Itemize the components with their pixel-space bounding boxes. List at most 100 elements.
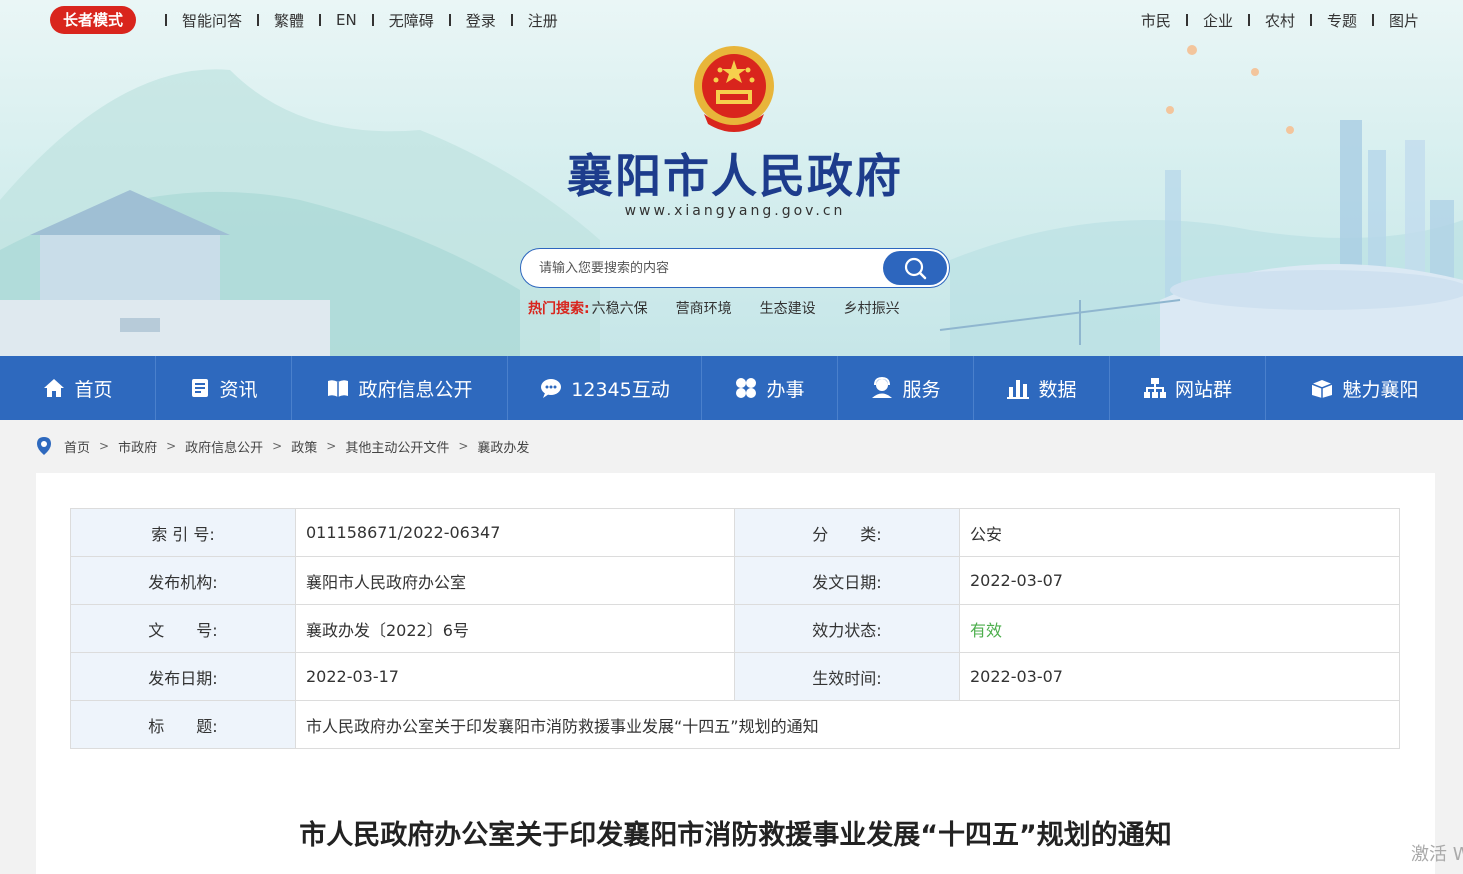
document-title: 市人民政府办公室关于印发襄阳市消防救援事业发展“十四五”规划的通知 <box>299 820 1172 851</box>
table-row: 发布机构: 襄阳市人民政府办公室 发文日期: 2022-03-07 <box>70 556 1400 605</box>
meta-label: 发布日期: <box>70 652 296 701</box>
content-panel: 索 引 号: 011158671/2022-06347 分 类: 公安 发布机构… <box>36 473 1435 874</box>
book-icon <box>328 380 349 397</box>
elder-mode-button[interactable]: 长者模式 <box>50 6 137 34</box>
breadcrumb-separator: > <box>326 439 337 453</box>
breadcrumb-item[interactable]: 襄政办发 <box>477 437 529 456</box>
breadcrumb: 首页 > 市政府 > 政府信息公开 > 政策 > 其他主动公开文件 > 襄政办发 <box>36 434 529 458</box>
meta-label: 分 类: <box>734 508 960 557</box>
topbar-link-topics[interactable]: 专题 <box>1327 10 1357 31</box>
topbar-link-citizen[interactable]: 市民 <box>1141 10 1171 31</box>
topbar-separator <box>448 14 451 26</box>
nav-item-charm[interactable]: 魅力襄阳 <box>1266 356 1463 420</box>
nav-item-label: 政府信息公开 <box>358 378 473 401</box>
document-meta-table: 索 引 号: 011158671/2022-06347 分 类: 公安 发布机构… <box>70 508 1400 749</box>
topbar-separator <box>165 14 168 26</box>
topbar-separator <box>1247 14 1250 26</box>
topbar-link-images[interactable]: 图片 <box>1389 10 1419 31</box>
meta-value: 011158671/2022-06347 <box>295 508 735 557</box>
topbar-right: 市民 企业 农村 专题 图片 <box>1141 6 1419 34</box>
nav-item-label: 首页 <box>74 378 113 401</box>
breadcrumb-separator: > <box>458 439 469 453</box>
nav-item-label: 12345互动 <box>571 378 670 401</box>
meta-label: 效力状态: <box>734 604 960 653</box>
meta-value: 襄政办发〔2022〕6号 <box>295 604 735 653</box>
meta-value: 2022-03-17 <box>295 652 735 701</box>
site-title: 襄阳市人民政府 <box>567 149 903 203</box>
breadcrumb-separator: > <box>166 439 177 453</box>
breadcrumb-item[interactable]: 政策 <box>291 437 317 456</box>
nav-item-sites[interactable]: 网站群 <box>1110 356 1266 420</box>
hot-search-label: 热门搜索: <box>528 301 590 317</box>
meta-label: 发布机构: <box>70 556 296 605</box>
nav-item-data[interactable]: 数据 <box>974 356 1110 420</box>
topbar-separator <box>257 14 260 26</box>
grid-icon <box>736 378 757 398</box>
status-value: 有效 <box>959 604 1400 653</box>
location-pin-icon <box>37 437 51 455</box>
topbar-separator <box>1309 14 1312 26</box>
topbar-link-traditional[interactable]: 繁體 <box>274 10 304 31</box>
meta-label: 标 题: <box>70 700 296 749</box>
topbar-link-qa[interactable]: 智能问答 <box>182 10 242 31</box>
topbar-separator <box>319 14 322 26</box>
table-row: 标 题: 市人民政府办公室关于印发襄阳市消防救援事业发展“十四五”规划的通知 <box>70 700 1400 749</box>
breadcrumb-separator: > <box>99 439 110 453</box>
meta-label: 生效时间: <box>734 652 960 701</box>
table-row: 发布日期: 2022-03-17 生效时间: 2022-03-07 <box>70 652 1400 701</box>
table-row: 索 引 号: 011158671/2022-06347 分 类: 公安 <box>70 508 1400 557</box>
nav-item-label: 服务 <box>902 378 941 401</box>
meta-value: 2022-03-07 <box>959 556 1400 605</box>
breadcrumb-item[interactable]: 政府信息公开 <box>185 437 263 456</box>
chat-icon <box>541 379 562 398</box>
hot-search-item[interactable]: 生态建设 <box>760 298 816 318</box>
main-nav: 首页 资讯 政府信息公开 12345互动 办事 服务 数据 网站群 魅力襄阳 <box>0 356 1463 420</box>
table-row: 文 号: 襄政办发〔2022〕6号 效力状态: 有效 <box>70 604 1400 653</box>
breadcrumb-item[interactable]: 市政府 <box>118 437 157 456</box>
topbar-separator <box>510 14 513 26</box>
topbar-left: 长者模式 智能问答 繁體 EN 无障碍 登录 注册 <box>50 6 558 34</box>
breadcrumb-separator: > <box>272 439 283 453</box>
search-box <box>520 248 950 288</box>
meta-value: 2022-03-07 <box>959 652 1400 701</box>
site-url: www.xiangyang.gov.cn <box>624 203 846 219</box>
hot-search-item[interactable]: 六稳六保 <box>592 298 648 318</box>
nav-item-12345[interactable]: 12345互动 <box>508 356 702 420</box>
meta-value: 市人民政府办公室关于印发襄阳市消防救援事业发展“十四五”规划的通知 <box>295 700 1400 749</box>
news-icon <box>192 379 209 397</box>
topbar-link-login[interactable]: 登录 <box>466 10 496 31</box>
nav-item-label: 网站群 <box>1174 378 1232 401</box>
search-icon <box>904 257 927 280</box>
meta-label: 索 引 号: <box>70 508 296 557</box>
topbar-link-accessibility[interactable]: 无障碍 <box>389 10 434 31</box>
nav-item-label: 数据 <box>1038 378 1077 401</box>
meta-value: 公安 <box>959 508 1400 557</box>
header-banner: 长者模式 智能问答 繁體 EN 无障碍 登录 注册 市民 企业 农村 专题 图片 <box>0 0 1463 356</box>
national-emblem-icon <box>694 46 774 132</box>
hot-search-item[interactable]: 乡村振兴 <box>844 298 900 318</box>
nav-item-affairs[interactable]: 办事 <box>702 356 838 420</box>
nav-item-home[interactable]: 首页 <box>0 356 156 420</box>
bar-chart-icon <box>1007 380 1030 399</box>
nav-item-gov-info[interactable]: 政府信息公开 <box>292 356 508 420</box>
topbar-separator <box>371 14 374 26</box>
topbar-link-enterprise[interactable]: 企业 <box>1203 10 1233 31</box>
meta-label: 文 号: <box>70 604 296 653</box>
meta-value: 襄阳市人民政府办公室 <box>295 556 735 605</box>
nav-item-label: 资讯 <box>219 378 258 401</box>
nav-item-label: 办事 <box>766 378 805 401</box>
hot-search-item[interactable]: 营商环境 <box>676 298 732 318</box>
nav-item-news[interactable]: 资讯 <box>156 356 292 420</box>
topbar-link-english[interactable]: EN <box>336 11 357 29</box>
search-input[interactable] <box>539 249 879 287</box>
sitemap-icon <box>1143 378 1166 398</box>
nav-item-service[interactable]: 服务 <box>838 356 974 420</box>
breadcrumb-item[interactable]: 其他主动公开文件 <box>345 437 449 456</box>
topbar-link-register[interactable]: 注册 <box>528 10 558 31</box>
topbar-link-rural[interactable]: 农村 <box>1265 10 1295 31</box>
box-icon <box>1312 380 1333 398</box>
activation-watermark: 激活 W <box>1411 844 1463 865</box>
search-button[interactable] <box>883 251 947 285</box>
breadcrumb-item[interactable]: 首页 <box>64 437 90 456</box>
meta-label: 发文日期: <box>734 556 960 605</box>
